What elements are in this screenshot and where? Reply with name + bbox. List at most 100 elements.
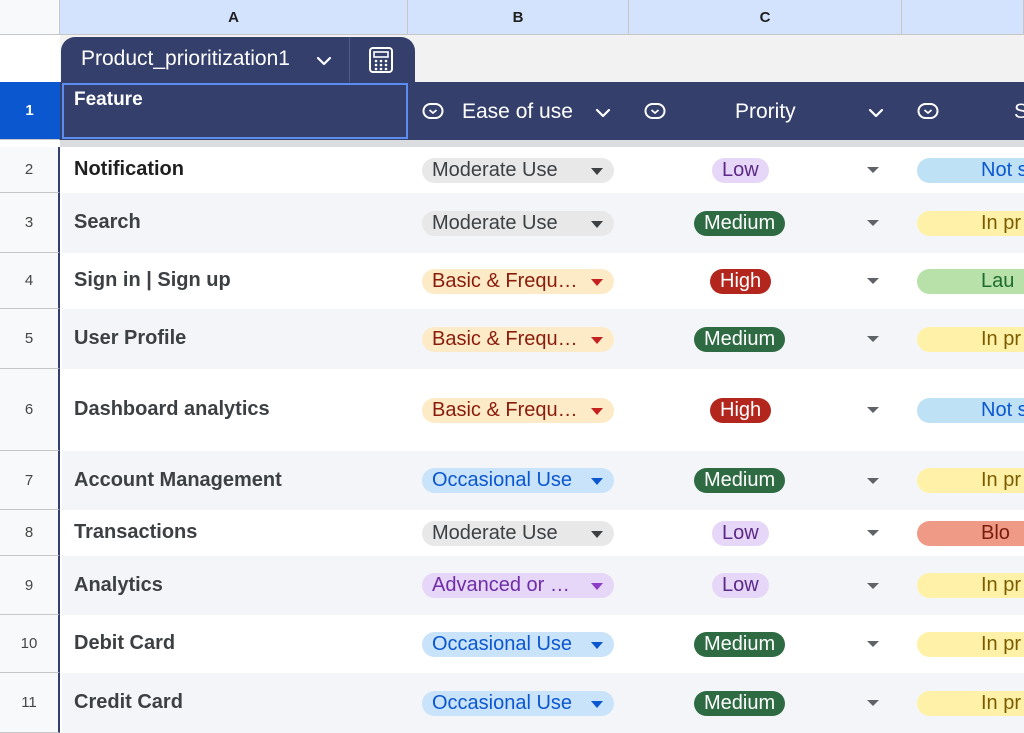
priority-chip[interactable]: Medium	[694, 326, 786, 352]
dropdown-arrow-icon	[591, 220, 603, 228]
feature-cell[interactable]: Debit Card	[74, 632, 175, 655]
column-type-dropdown-icon	[917, 103, 939, 119]
priority-dropdown-arrow-icon[interactable]	[867, 477, 879, 484]
ease-of-use-value: Occasional Use	[432, 632, 573, 655]
dropdown-arrow-icon	[591, 336, 603, 344]
status-chip[interactable]: In pr	[917, 326, 1024, 352]
table-name: Product_prioritization1	[81, 47, 290, 70]
select-all-corner[interactable]	[0, 0, 60, 35]
feature-cell[interactable]: Notification	[74, 158, 184, 181]
dropdown-arrow-icon	[591, 641, 603, 649]
priority-dropdown-arrow-icon[interactable]	[867, 220, 879, 226]
ease-of-use-dropdown[interactable]: Basic & Frequ…	[422, 268, 614, 294]
header-status[interactable]: S	[1014, 100, 1024, 124]
column-header-b[interactable]: B	[408, 0, 629, 35]
row-header-1[interactable]: 1	[0, 82, 60, 140]
chevron-down-icon[interactable]	[866, 103, 886, 123]
dropdown-arrow-icon	[591, 700, 603, 708]
ease-of-use-dropdown[interactable]: Basic & Frequ…	[422, 326, 614, 352]
ease-of-use-value: Occasional Use	[432, 469, 573, 491]
dropdown-arrow-icon	[591, 278, 603, 286]
column-header-c[interactable]: C	[629, 0, 902, 35]
status-chip[interactable]: In pr	[917, 573, 1024, 598]
tab-divider	[349, 37, 350, 82]
priority-dropdown-arrow-icon[interactable]	[867, 700, 879, 706]
chevron-down-icon[interactable]	[593, 103, 613, 123]
row-header[interactable]: 11	[0, 673, 60, 733]
column-type-dropdown-icon	[422, 103, 444, 119]
priority-dropdown-arrow-icon[interactable]	[867, 167, 879, 173]
priority-chip[interactable]: High	[710, 268, 772, 294]
status-chip[interactable]: Blo	[917, 520, 1024, 546]
column-type-dropdown-icon	[644, 103, 666, 119]
feature-cell[interactable]: Transactions	[74, 521, 197, 544]
priority-dropdown-arrow-icon[interactable]	[867, 641, 879, 647]
priority-chip[interactable]: Medium	[694, 468, 786, 493]
chevron-down-icon[interactable]	[314, 51, 334, 71]
ease-of-use-dropdown[interactable]: Moderate Use	[422, 210, 614, 236]
header-ease-of-use[interactable]: Ease of use	[462, 100, 573, 124]
ease-of-use-dropdown[interactable]: Occasional Use	[422, 631, 614, 657]
calculator-icon[interactable]	[367, 46, 395, 74]
column-header-a[interactable]: A	[60, 0, 408, 35]
row-header[interactable]: 8	[0, 510, 60, 556]
priority-dropdown-arrow-icon[interactable]	[867, 336, 879, 342]
priority-chip[interactable]: Low	[712, 520, 769, 546]
ease-of-use-value: Moderate Use	[432, 158, 558, 181]
status-chip[interactable]: Not s	[917, 397, 1024, 423]
feature-cell[interactable]: Analytics	[74, 574, 163, 597]
priority-chip[interactable]: Low	[712, 157, 769, 183]
column-header-d[interactable]	[902, 0, 1024, 35]
feature-cell[interactable]: Account Management	[74, 469, 282, 492]
table-name-tab[interactable]: Product_prioritization1	[61, 37, 415, 82]
row-header[interactable]: 6	[0, 369, 60, 451]
ease-of-use-dropdown[interactable]: Basic & Frequ…	[422, 397, 614, 423]
dropdown-arrow-icon	[591, 167, 603, 175]
feature-cell[interactable]: Dashboard analytics	[74, 398, 270, 421]
feature-cell[interactable]: Search	[74, 211, 141, 234]
status-chip[interactable]: Lau	[917, 268, 1024, 294]
dropdown-arrow-icon	[591, 583, 603, 590]
ease-of-use-value: Moderate Use	[432, 521, 558, 544]
ease-of-use-value: Occasional Use	[432, 691, 573, 714]
priority-chip[interactable]: Low	[712, 573, 769, 598]
ease-of-use-value: Basic & Frequ…	[432, 398, 578, 421]
status-chip[interactable]: In pr	[917, 210, 1024, 236]
status-chip[interactable]: In pr	[917, 468, 1024, 493]
ease-of-use-value: Basic & Frequ…	[432, 269, 578, 292]
ease-of-use-dropdown[interactable]: Moderate Use	[422, 520, 614, 546]
feature-cell[interactable]: Sign in | Sign up	[74, 269, 231, 292]
row-header[interactable]: 5	[0, 309, 60, 369]
dropdown-arrow-icon	[591, 478, 603, 485]
priority-chip[interactable]: Medium	[694, 690, 786, 716]
feature-cell[interactable]: User Profile	[74, 327, 186, 350]
row-header[interactable]: 7	[0, 451, 60, 510]
ease-of-use-dropdown[interactable]: Moderate Use	[422, 157, 614, 183]
header-priority[interactable]: Prority	[735, 100, 796, 124]
dropdown-arrow-icon	[591, 530, 603, 538]
ease-of-use-value: Advanced or …	[432, 574, 570, 596]
ease-of-use-dropdown[interactable]: Occasional Use	[422, 468, 614, 493]
row-header[interactable]: 9	[0, 556, 60, 615]
ease-of-use-dropdown[interactable]: Occasional Use	[422, 690, 614, 716]
ease-of-use-dropdown[interactable]: Advanced or …	[422, 573, 614, 598]
ease-of-use-value: Basic & Frequ…	[432, 327, 578, 350]
row-header[interactable]: 2	[0, 147, 60, 193]
row-header[interactable]: 4	[0, 253, 60, 309]
row-header[interactable]: 3	[0, 193, 60, 253]
frozen-row-divider	[60, 140, 1024, 147]
priority-dropdown-arrow-icon[interactable]	[867, 407, 879, 413]
ease-of-use-value: Moderate Use	[432, 211, 558, 234]
priority-dropdown-arrow-icon[interactable]	[867, 530, 879, 536]
header-cell-feature[interactable]: Feature	[62, 83, 408, 139]
row-header[interactable]: 10	[0, 615, 60, 673]
priority-chip[interactable]: High	[710, 397, 772, 423]
status-chip[interactable]: In pr	[917, 631, 1024, 657]
status-chip[interactable]: In pr	[917, 690, 1024, 716]
priority-dropdown-arrow-icon[interactable]	[867, 582, 879, 589]
priority-dropdown-arrow-icon[interactable]	[867, 278, 879, 284]
priority-chip[interactable]: Medium	[694, 210, 786, 236]
feature-cell[interactable]: Credit Card	[74, 691, 183, 714]
priority-chip[interactable]: Medium	[694, 631, 786, 657]
status-chip[interactable]: Not s	[917, 157, 1024, 183]
